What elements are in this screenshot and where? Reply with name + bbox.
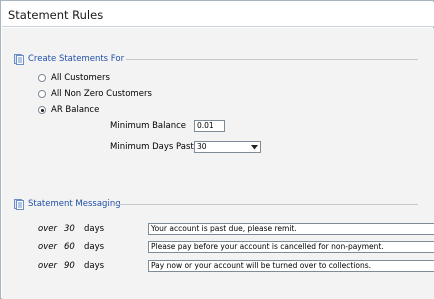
document-icon (14, 198, 24, 210)
message-input-90[interactable]: Pay now or your account will be turned o… (148, 260, 434, 272)
create-statements-section-header: Create Statements For (14, 52, 124, 66)
create-statements-title: Create Statements For (28, 54, 125, 64)
days-label: days (84, 261, 105, 271)
days-label: days (84, 242, 105, 252)
radio-label: All Non Zero Customers (51, 89, 152, 99)
message-row-60: over 60 days Please pay before your acco… (38, 241, 434, 253)
message-input-60[interactable]: Please pay before your account is cancel… (148, 241, 434, 253)
section-divider (114, 204, 418, 205)
minimum-days-past-select[interactable]: 30 (194, 141, 261, 153)
radio-button-selected[interactable] (38, 106, 46, 114)
radio-button[interactable] (38, 90, 46, 98)
radio-label: AR Balance (51, 105, 100, 115)
message-row-90: over 90 days Pay now or your account wil… (38, 260, 434, 272)
window-header: Statement Rules (2, 2, 434, 27)
page-title: Statement Rules (8, 8, 104, 22)
days-label: days (84, 224, 105, 234)
minimum-days-past-label: Minimum Days Past (110, 142, 194, 152)
radio-all-non-zero-customers[interactable]: All Non Zero Customers (38, 88, 152, 100)
radio-all-customers[interactable]: All Customers (38, 72, 110, 84)
over-label: over (38, 261, 57, 271)
chevron-down-icon[interactable] (250, 143, 259, 151)
over-label: over (38, 224, 57, 234)
statement-rules-window: Statement Rules Create Statements For Al… (0, 0, 434, 299)
content-panel: Create Statements For All Customers All … (2, 28, 434, 299)
message-input-30[interactable]: Your account is past due, please remit. (148, 223, 434, 235)
days-number: 90 (64, 261, 75, 271)
document-icon (14, 53, 24, 65)
minimum-balance-label: Minimum Balance (110, 121, 186, 131)
statement-messaging-title: Statement Messaging (28, 199, 121, 209)
days-number: 30 (64, 224, 75, 234)
radio-ar-balance[interactable]: AR Balance (38, 104, 99, 116)
section-divider (126, 59, 418, 60)
days-number: 60 (64, 242, 75, 252)
radio-button[interactable] (38, 74, 46, 82)
minimum-balance-input[interactable]: 0.01 (194, 120, 225, 132)
radio-label: All Customers (51, 73, 110, 83)
over-label: over (38, 242, 57, 252)
message-row-30: over 30 days Your account is past due, p… (38, 223, 434, 235)
minimum-days-past-value: 30 (197, 142, 207, 151)
statement-messaging-section-header: Statement Messaging (14, 197, 121, 211)
